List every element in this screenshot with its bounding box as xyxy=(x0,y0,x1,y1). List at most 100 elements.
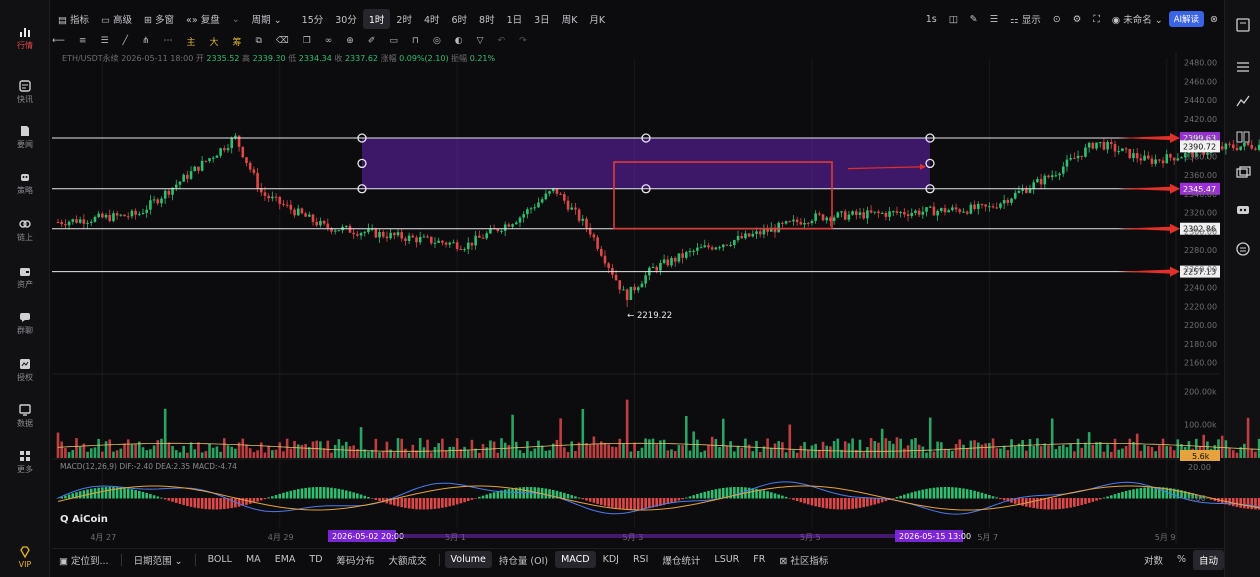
list-icon[interactable] xyxy=(1235,60,1251,74)
period-1d[interactable]: 1日 xyxy=(501,12,529,26)
copy-icon[interactable]: ⧉ xyxy=(256,36,262,46)
volume-bar xyxy=(873,441,877,458)
clipboard-icon[interactable]: ❐ xyxy=(303,36,311,46)
chevron-down-icon[interactable]: ⌄ xyxy=(226,14,246,25)
macd-bar xyxy=(995,497,999,499)
fib-icon[interactable]: ⋔ xyxy=(142,36,150,46)
indicator-boll[interactable]: BOLL xyxy=(201,554,239,565)
toolbar-advanced[interactable]: ▭ 高级 xyxy=(95,12,138,26)
macd-bar xyxy=(437,498,440,509)
settings-icon[interactable]: ⊙ xyxy=(1047,14,1067,25)
sub-rsi[interactable]: RSI xyxy=(626,554,655,565)
sub-community[interactable]: ⊠ 社区指标 xyxy=(772,553,835,567)
nav-item-auth[interactable]: 授权 xyxy=(0,358,50,383)
zoom-icon[interactable]: ⊕ xyxy=(346,36,354,46)
redo-icon[interactable]: ↷ xyxy=(519,36,527,46)
period-1w[interactable]: 周K xyxy=(556,12,584,26)
volume-bar xyxy=(71,450,75,458)
nav-item-more[interactable]: 更多 xyxy=(0,450,50,475)
horizontal-line-icon[interactable]: ⟵ xyxy=(52,36,65,46)
date-range-button[interactable]: 日期范围 ⌄ xyxy=(127,553,190,567)
percent-toggle[interactable]: % xyxy=(1170,554,1193,565)
macd-bar xyxy=(500,490,503,499)
close-icon[interactable]: ⊗ xyxy=(1204,14,1224,25)
toolbar-indicators[interactable]: ▤ 指标 xyxy=(52,12,95,26)
toolbar-1s[interactable]: 1s xyxy=(920,14,943,25)
more-tools-icon[interactable]: ⋯ xyxy=(164,36,173,46)
period-15m[interactable]: 15分 xyxy=(296,12,330,26)
macd-bar xyxy=(178,498,182,505)
toolbar-multiwindow[interactable]: ⊞ 多窗 xyxy=(138,12,180,26)
period-1m[interactable]: 月K xyxy=(583,12,611,26)
candle-body xyxy=(544,193,548,200)
trendline-icon[interactable]: ╱ xyxy=(123,36,128,46)
sub-oi[interactable]: 持仓量 (OI) xyxy=(492,553,555,567)
nav-item-chat[interactable]: 群聊 xyxy=(0,311,50,336)
period-3d[interactable]: 3日 xyxy=(528,12,556,26)
ruler-icon[interactable]: ▭ xyxy=(389,36,398,46)
nav-item-market[interactable]: 行情 xyxy=(0,26,50,51)
compare-icon[interactable] xyxy=(1235,130,1251,144)
nav-item-onchain[interactable]: 链上 xyxy=(0,218,50,243)
swap-icon[interactable] xyxy=(1235,242,1251,256)
sub-fr[interactable]: FR xyxy=(746,554,772,565)
toolbar-display[interactable]: ⚏ 显示 xyxy=(1004,12,1047,26)
sub-macd[interactable]: MACD xyxy=(555,551,596,568)
eye-icon[interactable]: ◎ xyxy=(433,36,441,46)
magnet-icon[interactable]: ◐ xyxy=(455,36,463,46)
candle-body xyxy=(189,171,193,179)
candle-body xyxy=(1021,189,1024,192)
layers-icon[interactable] xyxy=(1235,166,1251,180)
ai-analysis-button[interactable]: AI解读 xyxy=(1168,11,1205,27)
locate-button[interactable]: ▣ 定位到... xyxy=(52,553,116,567)
trend-icon[interactable] xyxy=(1235,94,1251,108)
fullscreen-icon[interactable]: ⛶ xyxy=(1087,14,1106,25)
period-2h[interactable]: 2时 xyxy=(390,12,418,26)
toolbar-period[interactable]: 周期 ⌄ xyxy=(246,12,288,26)
indicator-large-trades[interactable]: 大额成交 xyxy=(382,553,434,567)
nav-item-news[interactable]: 快讯 xyxy=(0,80,50,105)
lock-icon[interactable]: ⊓ xyxy=(412,36,419,46)
gear-icon[interactable]: ⚙ xyxy=(1067,14,1088,25)
nav-item-data[interactable]: 数据 xyxy=(0,404,50,429)
volume-bar xyxy=(803,442,806,458)
log-scale-toggle[interactable]: 对数 xyxy=(1137,553,1170,567)
tool-main[interactable]: 主 xyxy=(187,35,196,48)
sub-liquidation[interactable]: 爆仓统计 xyxy=(655,553,707,567)
lines-icon[interactable]: ☰ xyxy=(984,14,1005,25)
period-4h[interactable]: 4时 xyxy=(418,12,446,26)
eraser-icon[interactable]: ⌫ xyxy=(276,36,289,46)
sub-kdj[interactable]: KDJ xyxy=(596,554,626,565)
indicator-td[interactable]: TD xyxy=(302,554,329,565)
tool-chip[interactable]: 筹 xyxy=(233,35,242,48)
link-icon[interactable]: ∞ xyxy=(325,36,333,46)
robot-icon[interactable] xyxy=(1235,203,1251,217)
panel-icon[interactable] xyxy=(1235,18,1251,32)
nav-item-vip[interactable]: VIP xyxy=(0,546,50,569)
undo-icon[interactable]: ↶ xyxy=(498,36,506,46)
auto-scale-toggle[interactable]: 自动 xyxy=(1192,549,1224,570)
filter-icon[interactable]: ▽ xyxy=(477,36,484,46)
indicator-ema[interactable]: EMA xyxy=(268,554,303,565)
nav-item-headlines[interactable]: 要闻 xyxy=(0,125,50,150)
multi-line-icon[interactable]: ≡ xyxy=(79,36,87,46)
indicator-chip[interactable]: 筹码分布 xyxy=(330,553,382,567)
tool-big[interactable]: 大 xyxy=(210,35,219,48)
brush-icon[interactable]: ✐ xyxy=(368,36,376,46)
toolbar-replay[interactable]: «» 复盘 xyxy=(180,12,226,26)
period-30m[interactable]: 30分 xyxy=(329,12,363,26)
nav-item-assets[interactable]: 资产 xyxy=(0,265,50,290)
sub-lsur[interactable]: LSUR xyxy=(707,554,746,565)
period-8h[interactable]: 8时 xyxy=(473,12,501,26)
period-6h[interactable]: 6时 xyxy=(446,12,474,26)
channel-icon[interactable]: ☰ xyxy=(100,36,108,46)
indicator-ma[interactable]: MA xyxy=(239,554,268,565)
period-1h[interactable]: 1时 xyxy=(362,9,391,29)
pen-icon[interactable]: ✎ xyxy=(964,14,984,25)
toolbar-unnamed[interactable]: ◉ 未命名 ⌄ xyxy=(1106,12,1169,26)
sub-volume[interactable]: Volume xyxy=(444,551,492,568)
macd-bar xyxy=(223,498,226,510)
camera-icon[interactable]: ◫ xyxy=(943,14,964,25)
volume-bar xyxy=(888,440,891,458)
nav-item-strategy[interactable]: 策略 xyxy=(0,171,50,196)
